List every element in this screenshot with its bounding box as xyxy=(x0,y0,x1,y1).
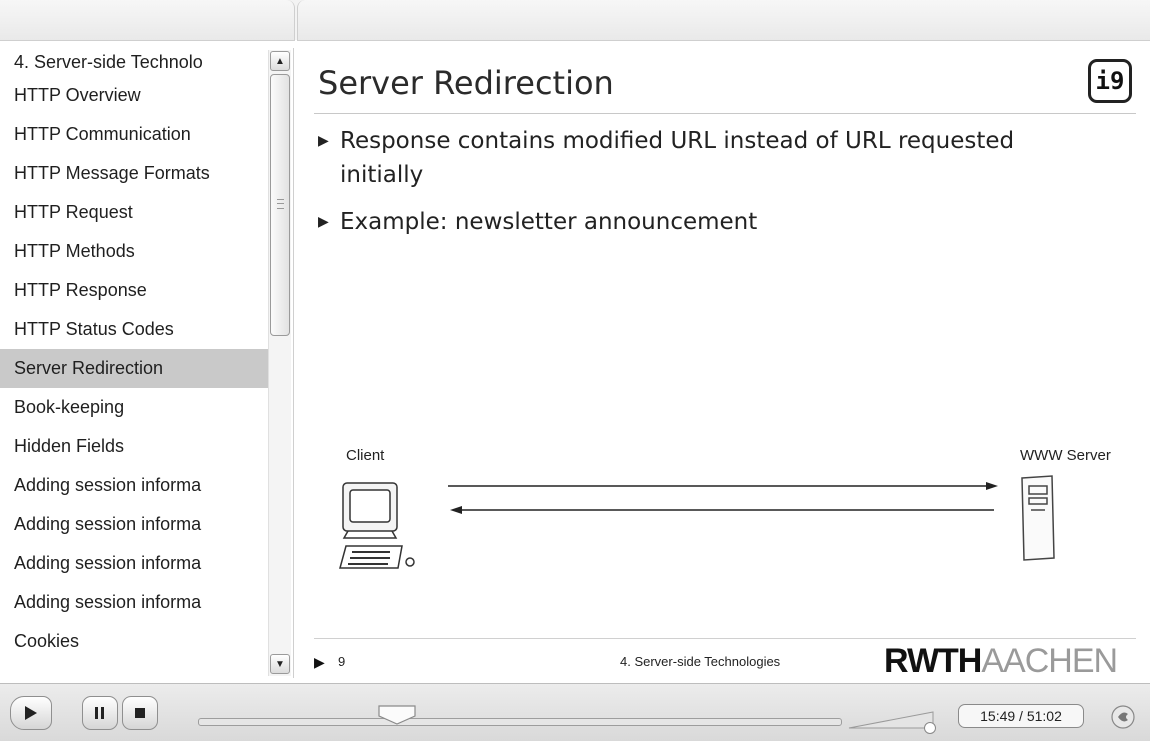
bullet-text: Response contains modified URL instead o… xyxy=(340,128,1015,154)
slide: Server Redirection i9 ▶ Response contains… xyxy=(298,48,1150,680)
request-arrow xyxy=(448,482,998,490)
bullet-text-continuation: initially xyxy=(340,162,424,188)
toc-item-chapter[interactable]: 4. Server-side Technolo xyxy=(0,48,268,76)
footer-divider xyxy=(314,638,1136,639)
toc-item-http-message-formats[interactable]: HTTP Message Formats xyxy=(0,154,268,193)
seek-thumb[interactable] xyxy=(377,704,417,726)
slide-title: Server Redirection xyxy=(318,64,614,102)
player-controls: 15:49 / 51:02 xyxy=(0,683,1150,741)
client-computer-icon xyxy=(339,482,415,569)
sidebar-scrollbar[interactable]: ▲ ▼ xyxy=(268,50,291,676)
sidebar: 4. Server-side Technolo HTTP Overview HT… xyxy=(0,48,294,678)
volume-slider[interactable] xyxy=(848,710,934,730)
bullet-triangle-icon: ▶ xyxy=(318,214,329,230)
scroll-thumb[interactable] xyxy=(270,74,290,336)
toc-item-book-keeping[interactable]: Book-keeping xyxy=(0,388,268,427)
rwth-aachen-logo: RWTHAACHEN xyxy=(884,642,1118,680)
pause-button[interactable] xyxy=(82,696,118,730)
bullet-item: ▶ Example: newsletter announcement xyxy=(318,205,1118,239)
response-arrow xyxy=(450,506,994,514)
server-tower-icon xyxy=(1021,475,1055,561)
grip-icon xyxy=(277,199,284,209)
footer-play-icon: ▶ xyxy=(314,654,325,670)
triangle-up-icon: ▲ xyxy=(275,55,285,67)
play-icon xyxy=(25,706,37,720)
toc-item-http-overview[interactable]: HTTP Overview xyxy=(0,76,268,115)
bullet-text: Example: newsletter announcement xyxy=(340,209,758,235)
toc-item-server-redirection[interactable]: Server Redirection xyxy=(0,349,268,388)
toc-item-hidden-fields[interactable]: Hidden Fields xyxy=(0,427,268,466)
i9-logo: i9 xyxy=(1088,59,1132,103)
stop-button[interactable] xyxy=(122,696,158,730)
pause-icon xyxy=(95,707,104,719)
top-header xyxy=(0,0,1150,41)
speaker-icon[interactable] xyxy=(1110,704,1136,730)
bullet-item: ▶ Response contains modified URL instead … xyxy=(318,124,1118,192)
toc-item-adding-session-3[interactable]: Adding session informa xyxy=(0,544,268,583)
title-divider xyxy=(314,113,1136,114)
toc-item-http-response[interactable]: HTTP Response xyxy=(0,271,268,310)
play-button[interactable] xyxy=(10,696,52,730)
stop-icon xyxy=(135,708,145,718)
triangle-down-icon: ▼ xyxy=(275,658,285,670)
volume-thumb[interactable] xyxy=(923,722,936,734)
time-display: 15:49 / 51:02 xyxy=(958,704,1084,728)
toc-item-adding-session-4[interactable]: Adding session informa xyxy=(0,583,268,622)
toc-item-adding-session-2[interactable]: Adding session informa xyxy=(0,505,268,544)
diagram-drawing xyxy=(339,475,1055,569)
redirection-diagram: Client WWW Server xyxy=(298,438,1150,598)
bullet-triangle-icon: ▶ xyxy=(318,133,329,149)
scroll-up-button[interactable]: ▲ xyxy=(270,51,290,71)
toc-item-adding-session-1[interactable]: Adding session informa xyxy=(0,466,268,505)
toc-item-http-request[interactable]: HTTP Request xyxy=(0,193,268,232)
sidebar-header xyxy=(0,0,295,41)
toc-item-http-status-codes[interactable]: HTTP Status Codes xyxy=(0,310,268,349)
scroll-down-button[interactable]: ▼ xyxy=(270,654,290,674)
seek-bar[interactable] xyxy=(198,718,842,726)
slide-header xyxy=(297,0,1150,41)
footer-chapter-title: 4. Server-side Technologies xyxy=(620,654,781,669)
table-of-contents: 4. Server-side Technolo HTTP Overview HT… xyxy=(0,48,268,678)
slide-page-number: 9 xyxy=(338,654,346,669)
toc-item-cookies[interactable]: Cookies xyxy=(0,622,268,661)
toc-item-http-communication[interactable]: HTTP Communication xyxy=(0,115,268,154)
toc-item-http-methods[interactable]: HTTP Methods xyxy=(0,232,268,271)
